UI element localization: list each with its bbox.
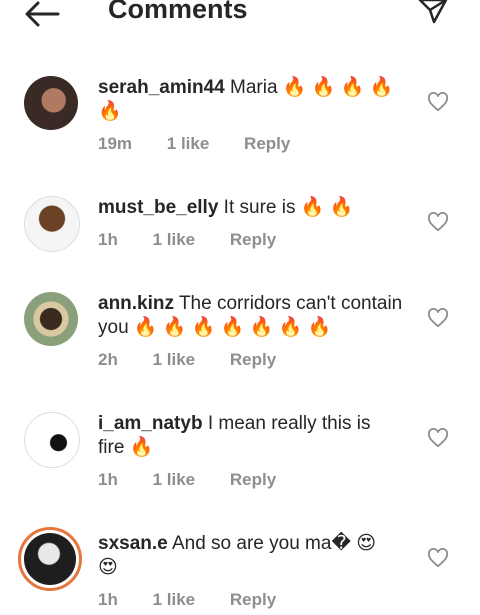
comment-time: 1h <box>98 470 118 489</box>
avatar[interactable] <box>24 196 80 252</box>
avatar[interactable] <box>24 76 78 130</box>
comment-meta: 1h 1 like Reply <box>98 470 306 490</box>
heart-icon[interactable] <box>427 92 449 112</box>
comment-text: must_be_elly It sure is 🔥 🔥 <box>98 196 398 220</box>
send-icon[interactable] <box>416 0 450 26</box>
comment-username[interactable]: serah_amin44 <box>98 77 225 98</box>
heart-icon[interactable] <box>427 308 449 328</box>
comment-time: 1h <box>98 230 118 249</box>
comment-text: ann.kinz The corridors can't contain you… <box>98 292 408 340</box>
avatar[interactable] <box>24 412 80 468</box>
comment-meta: 2h 1 like Reply <box>98 350 306 370</box>
avatar <box>24 533 76 585</box>
comment-likes[interactable]: 1 like <box>153 230 196 249</box>
reply-button[interactable]: Reply <box>230 350 276 369</box>
comment-body: And so are you ma� <box>167 533 351 554</box>
comment-emoji: 🔥 <box>129 437 154 458</box>
comment-meta: 19m 1 like Reply <box>98 134 320 154</box>
heart-icon[interactable] <box>427 212 449 232</box>
comment-likes[interactable]: 1 like <box>153 350 196 369</box>
comment-emoji: 🔥 🔥 <box>300 197 354 218</box>
comment-meta: 1h 1 like Reply <box>98 230 306 250</box>
comment-username[interactable]: must_be_elly <box>98 197 218 218</box>
comment-username[interactable]: ann.kinz <box>98 293 174 314</box>
comment-time: 1h <box>98 590 118 609</box>
comment-username[interactable]: i_am_natyb <box>98 413 203 434</box>
comment-emoji: 🔥 🔥 🔥 🔥 🔥 🔥 🔥 <box>133 317 332 338</box>
reply-button[interactable]: Reply <box>230 590 276 609</box>
comment-likes[interactable]: 1 like <box>153 590 196 609</box>
page-title: Comments <box>108 0 248 24</box>
comment-likes[interactable]: 1 like <box>153 470 196 489</box>
back-arrow-icon[interactable] <box>22 0 62 30</box>
heart-icon[interactable] <box>427 548 449 568</box>
avatar-story-ring[interactable] <box>18 527 82 591</box>
comment-text: serah_amin44 Maria 🔥 🔥 🔥 🔥 🔥 <box>98 76 398 124</box>
reply-button[interactable]: Reply <box>230 230 276 249</box>
comment-text: sxsan.e And so are you ma� 😍 😍 <box>98 532 398 580</box>
heart-icon[interactable] <box>427 428 449 448</box>
comment-username[interactable]: sxsan.e <box>98 533 168 554</box>
comment-time: 2h <box>98 350 118 369</box>
reply-button[interactable]: Reply <box>244 134 290 153</box>
comment-body: It sure is <box>218 197 296 218</box>
comment-text: i_am_natyb I mean really this is fire 🔥 <box>98 412 398 460</box>
comment-likes[interactable]: 1 like <box>167 134 210 153</box>
reply-button[interactable]: Reply <box>230 470 276 489</box>
avatar[interactable] <box>24 292 78 346</box>
comment-body: Maria <box>224 77 278 98</box>
comment-time: 19m <box>98 134 133 153</box>
comment-meta: 1h 1 like Reply <box>98 590 306 610</box>
header: Comments <box>0 0 480 40</box>
